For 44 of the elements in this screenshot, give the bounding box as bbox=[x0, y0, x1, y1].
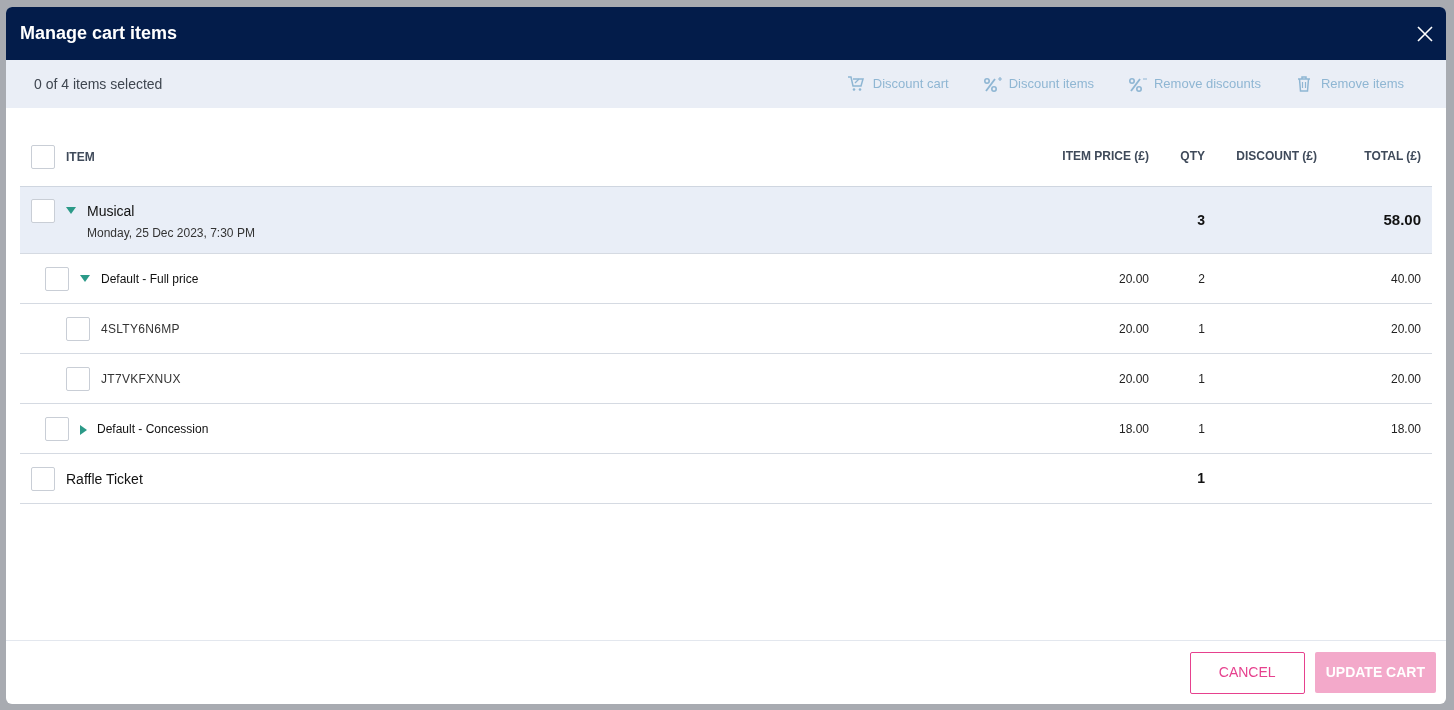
row-total: 58.00 bbox=[1382, 209, 1421, 230]
caret-down-icon[interactable] bbox=[66, 206, 76, 214]
quantity: 1 bbox=[1197, 320, 1205, 338]
row-checkbox[interactable] bbox=[45, 416, 69, 441]
row-checkbox[interactable] bbox=[66, 316, 90, 341]
percent-minus-icon bbox=[1127, 75, 1148, 93]
quantity: 1 bbox=[1197, 420, 1205, 438]
column-header: TOTAL (£) bbox=[1363, 148, 1421, 165]
close-icon[interactable] bbox=[1416, 24, 1434, 43]
item-name: Default - Full price bbox=[101, 270, 199, 288]
row-checkbox[interactable] bbox=[31, 198, 55, 223]
row-checkbox[interactable] bbox=[31, 466, 55, 491]
row-total: 40.00 bbox=[1389, 270, 1421, 288]
column-header: DISCOUNT (£) bbox=[1235, 148, 1317, 165]
column-header: QTY bbox=[1179, 148, 1205, 165]
quantity: 2 bbox=[1197, 270, 1205, 288]
dialog-title: Manage cart items bbox=[20, 22, 178, 45]
quantity: 3 bbox=[1196, 210, 1205, 230]
item-name: Raffle Ticket bbox=[66, 469, 143, 489]
item-name: Musical bbox=[87, 201, 136, 221]
selection-count: 0 of 4 items selected bbox=[34, 74, 163, 94]
item-price: 20.00 bbox=[1117, 370, 1149, 388]
column-header: ITEM PRICE (£) bbox=[1061, 148, 1149, 165]
cart-icon bbox=[846, 75, 867, 93]
row-total: 20.00 bbox=[1389, 370, 1421, 388]
item-name: JT7VKFXNUX bbox=[101, 370, 181, 388]
percent-plus-icon bbox=[982, 75, 1003, 93]
row-checkbox[interactable] bbox=[66, 366, 90, 391]
quantity: 1 bbox=[1197, 370, 1205, 388]
caret-down-icon[interactable] bbox=[80, 274, 90, 282]
row-total: 20.00 bbox=[1389, 320, 1421, 338]
item-name: 4SLTY6N6MP bbox=[101, 320, 180, 338]
cancel-button[interactable]: CANCEL bbox=[1189, 651, 1305, 694]
event-date: Monday, 25 Dec 2023, 7:30 PM bbox=[87, 224, 255, 242]
row-total: 18.00 bbox=[1389, 420, 1421, 438]
quantity: 1 bbox=[1196, 469, 1205, 488]
item-price: 20.00 bbox=[1117, 270, 1149, 288]
caret-right-icon[interactable] bbox=[80, 424, 87, 435]
select-all-checkbox[interactable] bbox=[31, 145, 55, 169]
item-name: Default - Concession bbox=[97, 420, 209, 438]
item-price: 18.00 bbox=[1117, 420, 1149, 438]
row-checkbox[interactable] bbox=[45, 266, 69, 291]
item-price: 20.00 bbox=[1117, 320, 1149, 338]
column-header: ITEM bbox=[66, 149, 95, 166]
